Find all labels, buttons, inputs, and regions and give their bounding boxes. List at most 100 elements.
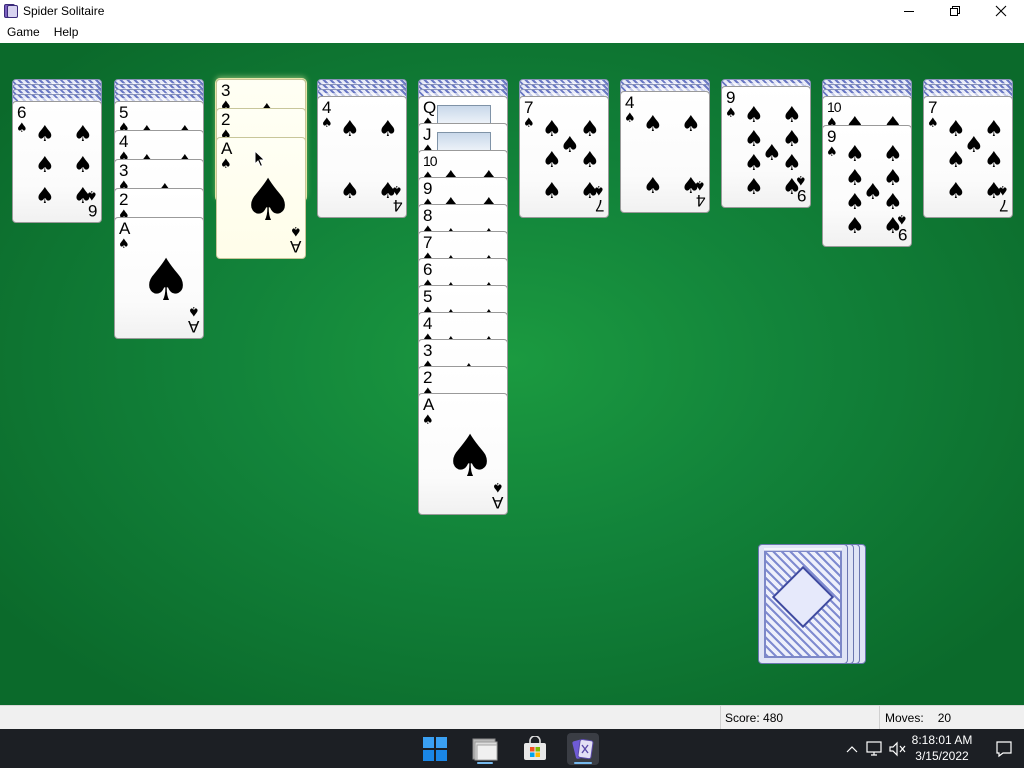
- card-7-of-spades[interactable]: 7 ♠ ♠ ♠ ♠ ♠ ♠ ♠ ♠ 7 ♠: [519, 96, 609, 218]
- spade-icon: ♠: [35, 153, 55, 178]
- window-title: Spider Solitaire: [23, 4, 105, 18]
- spider-solitaire-icon: [3, 3, 19, 19]
- notifications-button[interactable]: [992, 733, 1016, 765]
- card-rank: 4: [625, 93, 635, 112]
- spade-icon: ♠: [845, 214, 865, 239]
- taskbar: 8:18:01 AM 3/15/2022: [0, 729, 1024, 768]
- microsoft-store-icon: [524, 736, 546, 760]
- spade-icon: ♠: [422, 413, 434, 428]
- card-rank-inverted: A: [491, 493, 503, 512]
- file-explorer-button[interactable]: [469, 733, 501, 765]
- menu-help[interactable]: Help: [47, 22, 86, 43]
- moves-display: Moves: 20: [879, 706, 1024, 730]
- card-rank: 6: [17, 103, 27, 122]
- spade-icon: ♠: [542, 148, 562, 173]
- card-rank: A: [423, 395, 435, 414]
- card-rank: 7: [423, 233, 433, 252]
- network-button[interactable]: [864, 733, 886, 765]
- spade-icon: ♠: [984, 148, 1004, 173]
- title-bar: Spider Solitaire: [0, 0, 1024, 22]
- clock-time: 8:18:01 AM: [911, 733, 973, 747]
- spade-icon: ♠: [997, 182, 1009, 197]
- card-4-of-spades[interactable]: 4 ♠ ♠ ♠ ♠ ♠ 4 ♠: [620, 91, 710, 213]
- menu-game[interactable]: Game: [0, 22, 47, 43]
- spade-icon: ♠: [762, 141, 782, 166]
- card-rank: 8: [423, 206, 433, 225]
- spade-icon: ♠: [16, 121, 28, 136]
- card-7-of-spades[interactable]: 7 ♠ ♠ ♠ ♠ ♠ ♠ ♠ ♠ 7 ♠: [923, 96, 1013, 218]
- spade-icon: ♠: [927, 116, 939, 131]
- card-rank: 2: [119, 190, 129, 209]
- menu-bar: Game Help: [0, 22, 1024, 43]
- spade-icon: ♠: [782, 103, 802, 128]
- card-rank-inverted: 6: [87, 201, 97, 220]
- card-rank-inverted: A: [289, 237, 301, 256]
- microsoft-store-button[interactable]: [519, 733, 551, 765]
- card-a-of-spades[interactable]: A ♠ ♠ A ♠: [114, 217, 204, 339]
- card-rank: 4: [423, 314, 433, 333]
- card-a-of-spades[interactable]: A ♠ ♠ A ♠: [418, 393, 508, 515]
- spade-icon: ♠: [964, 133, 984, 158]
- card-rank: 7: [524, 98, 534, 117]
- close-button[interactable]: [978, 0, 1024, 22]
- spade-icon: ♠: [624, 111, 636, 126]
- spade-icon: ♠: [523, 116, 535, 131]
- card-rank: 4: [119, 132, 129, 151]
- spider-solitaire-taskbar-button[interactable]: [567, 733, 599, 765]
- spade-icon: ♠: [73, 122, 93, 147]
- spade-icon: ♠: [826, 145, 838, 160]
- spade-icon: ♠: [542, 179, 562, 204]
- card-rank-inverted: 4: [392, 196, 402, 215]
- card-rank-inverted: 4: [695, 191, 705, 210]
- spade-icon: ♠: [242, 166, 294, 234]
- card-9-of-spades[interactable]: 9 ♠ ♠ ♠ ♠ ♠ ♠ ♠ ♠ ♠ ♠ 9 ♠: [721, 86, 811, 208]
- spade-icon: ♠: [580, 117, 600, 142]
- start-button[interactable]: [419, 733, 451, 765]
- spade-icon: ♠: [391, 182, 403, 197]
- moves-label: Moves:: [885, 711, 924, 725]
- clock-date: 3/15/2022: [915, 749, 969, 763]
- game-table[interactable]: 6♠♠♠♠♠♠♠6♠5♠♠♠♠♠♠4♠♠♠♠♠3♠♠♠♠2♠♠♠A♠♠A♠3♠♠…: [0, 43, 1024, 705]
- card-9-of-spades[interactable]: 9 ♠ ♠ ♠ ♠ ♠ ♠ ♠ ♠ ♠ ♠ 9 ♠: [822, 125, 912, 247]
- card-rank: 9: [827, 127, 837, 146]
- spade-icon: ♠: [73, 153, 93, 178]
- spade-icon: ♠: [744, 175, 764, 200]
- spade-icon: ♠: [946, 117, 966, 142]
- spade-icon: ♠: [694, 177, 706, 192]
- spade-icon: ♠: [542, 117, 562, 142]
- spider-solitaire-taskbar-icon: [572, 738, 594, 760]
- spade-icon: ♠: [593, 182, 605, 197]
- spade-icon: ♠: [896, 211, 908, 226]
- minimize-button[interactable]: [886, 0, 932, 22]
- spade-icon: ♠: [378, 117, 398, 142]
- spade-icon: ♠: [290, 223, 302, 238]
- spade-icon: ♠: [444, 422, 496, 490]
- spade-icon: ♠: [725, 106, 737, 121]
- card-rank: 9: [423, 179, 433, 198]
- spade-icon: ♠: [340, 179, 360, 204]
- card-rank: Q: [423, 98, 437, 117]
- network-icon: [866, 741, 882, 756]
- score-display: Score: 480: [720, 706, 878, 730]
- restore-button[interactable]: [932, 0, 978, 22]
- spade-icon: ♠: [845, 166, 865, 191]
- volume-button[interactable]: [888, 733, 908, 765]
- court-card-art: [437, 105, 491, 125]
- card-rank: 2: [221, 110, 231, 129]
- card-rank: 3: [119, 161, 129, 180]
- spade-icon: ♠: [845, 190, 865, 215]
- show-hidden-icons-button[interactable]: [844, 733, 860, 765]
- spade-icon: ♠: [35, 184, 55, 209]
- moves-value: 20: [937, 711, 952, 725]
- spade-icon: ♠: [946, 148, 966, 173]
- clock[interactable]: 8:18:01 AM 3/15/2022: [910, 732, 974, 764]
- running-indicator: [477, 762, 493, 764]
- card-6-of-spades[interactable]: 6 ♠ ♠ ♠ ♠ ♠ ♠ ♠ 6 ♠: [12, 101, 102, 223]
- card-rank: 7: [928, 98, 938, 117]
- spade-icon: ♠: [744, 151, 764, 176]
- status-bar: Score: 480 Moves: 20: [0, 705, 1024, 730]
- restore-icon: [950, 6, 960, 16]
- chevron-up-icon: [846, 746, 858, 753]
- stock-card[interactable]: [758, 544, 848, 664]
- card-4-of-spades[interactable]: 4 ♠ ♠ ♠ ♠ ♠ 4 ♠: [317, 96, 407, 218]
